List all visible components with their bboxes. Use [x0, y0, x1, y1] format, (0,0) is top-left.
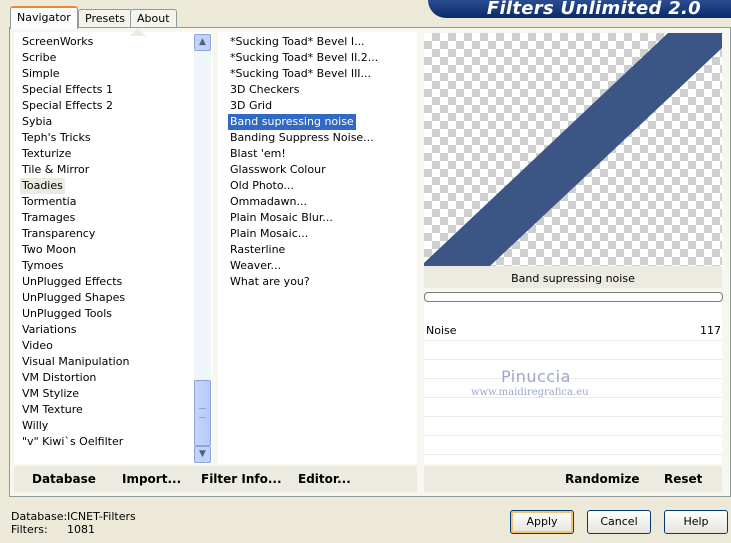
category-item[interactable]: Video: [22, 338, 53, 354]
category-item[interactable]: ScreenWorks: [22, 34, 93, 50]
database-info: Database:ICNET-Filters Filters: 1081: [11, 510, 136, 536]
param-row: [424, 416, 722, 436]
category-item[interactable]: UnPlugged Shapes: [22, 290, 125, 306]
category-item[interactable]: VM Stylize: [22, 386, 79, 402]
filters-label: Filters:: [11, 523, 48, 536]
slider-indicator-icon[interactable]: [130, 28, 146, 36]
param-row: [424, 359, 722, 379]
filter-item[interactable]: Plain Mosaic...: [230, 226, 308, 242]
cancel-button[interactable]: Cancel: [587, 510, 651, 534]
filter-list[interactable]: *Sucking Toad* Bevel I... *Sucking Toad* …: [218, 32, 417, 464]
grip-icon: [199, 408, 206, 418]
filter-item-selected[interactable]: Band supressing noise: [228, 114, 356, 130]
import-button[interactable]: Import...: [122, 472, 181, 486]
tab-about[interactable]: About: [130, 9, 177, 28]
param-row: [424, 397, 722, 417]
category-item[interactable]: UnPlugged Effects: [22, 274, 122, 290]
app-title: Filters Unlimited 2.0: [486, 0, 701, 19]
progress-bar: [424, 292, 723, 302]
category-item[interactable]: "v" Kiwi`s Oelfilter: [22, 434, 123, 450]
help-button[interactable]: Help: [664, 510, 728, 534]
param-row: [424, 340, 722, 360]
database-value: ICNET-Filters: [67, 510, 136, 523]
filters-count: 1081: [67, 523, 95, 536]
category-item[interactable]: VM Texture: [22, 402, 83, 418]
category-item[interactable]: Scribe: [22, 50, 56, 66]
reset-button[interactable]: Reset: [664, 472, 702, 486]
category-item[interactable]: Tormentia: [22, 194, 76, 210]
filter-item[interactable]: Glasswork Colour: [230, 162, 326, 178]
category-item[interactable]: VM Distortion: [22, 370, 96, 386]
preview-filter-name: Band supressing noise: [424, 266, 722, 288]
database-label: Database:: [11, 510, 68, 523]
category-list[interactable]: ScreenWorks Scribe Simple Special Effects 1…: [14, 32, 212, 464]
scroll-up-icon[interactable]: ▲: [194, 34, 211, 51]
filter-item[interactable]: Rasterline: [230, 242, 285, 258]
filter-item[interactable]: 3D Checkers: [230, 82, 299, 98]
category-item[interactable]: UnPlugged Tools: [22, 306, 112, 322]
param-value[interactable]: 117: [700, 324, 721, 337]
filter-item[interactable]: What are you?: [230, 274, 310, 290]
filter-item[interactable]: *Sucking Toad* Bevel II.2...: [230, 50, 378, 66]
category-item[interactable]: Transparency: [22, 226, 95, 242]
watermark-name: Pinuccia: [501, 367, 571, 386]
parameter-panel: [424, 302, 722, 474]
category-item[interactable]: Willy: [22, 418, 48, 434]
category-item[interactable]: Two Moon: [22, 242, 76, 258]
scroll-down-icon[interactable]: ▼: [194, 446, 211, 463]
category-item[interactable]: Visual Manipulation: [22, 354, 129, 370]
param-row: [424, 435, 722, 455]
filter-item[interactable]: Weaver...: [230, 258, 281, 274]
category-item[interactable]: Tymoes: [22, 258, 63, 274]
apply-button[interactable]: Apply: [510, 510, 574, 534]
randomize-button[interactable]: Randomize: [565, 472, 639, 486]
category-item[interactable]: Variations: [22, 322, 77, 338]
category-item[interactable]: Teph's Tricks: [22, 130, 91, 146]
filter-item[interactable]: Blast 'em!: [230, 146, 286, 162]
category-item[interactable]: Texturize: [22, 146, 71, 162]
database-button[interactable]: Database: [32, 472, 96, 486]
preview-image: [424, 33, 722, 266]
filter-item[interactable]: Ommadawn...: [230, 194, 307, 210]
param-name: Noise: [426, 324, 457, 337]
scroll-thumb[interactable]: [194, 380, 211, 446]
tab-navigator[interactable]: Navigator: [10, 6, 78, 29]
filter-item[interactable]: Plain Mosaic Blur...: [230, 210, 333, 226]
preview-stripe: [424, 33, 722, 266]
app-banner: Filters Unlimited 2.0: [428, 0, 731, 19]
param-row: [424, 321, 722, 341]
filter-item[interactable]: Banding Suppress Noise...: [230, 130, 374, 146]
tab-presets[interactable]: Presets: [78, 9, 133, 28]
filter-item[interactable]: *Sucking Toad* Bevel I...: [230, 34, 365, 50]
category-item[interactable]: Simple: [22, 66, 60, 82]
category-item[interactable]: Tramages: [22, 210, 75, 226]
filter-item[interactable]: 3D Grid: [230, 98, 272, 114]
filter-item[interactable]: *Sucking Toad* Bevel III...: [230, 66, 371, 82]
category-scrollbar[interactable]: ▲ ▼: [194, 34, 211, 463]
category-item[interactable]: Special Effects 2: [22, 98, 113, 114]
category-item[interactable]: Sybia: [22, 114, 52, 130]
left-toolbar: Database Import... Filter Info... Editor…: [14, 466, 417, 492]
category-item[interactable]: Tile & Mirror: [22, 162, 89, 178]
category-item[interactable]: Special Effects 1: [22, 82, 113, 98]
category-item-selected[interactable]: Toadies: [20, 178, 65, 194]
watermark-url: www.maidiregrafica.eu: [471, 387, 589, 398]
right-toolbar: Randomize Reset: [424, 466, 722, 492]
editor-button[interactable]: Editor...: [298, 472, 351, 486]
filter-info-button[interactable]: Filter Info...: [201, 472, 282, 486]
filter-item[interactable]: Old Photo...: [230, 178, 294, 194]
